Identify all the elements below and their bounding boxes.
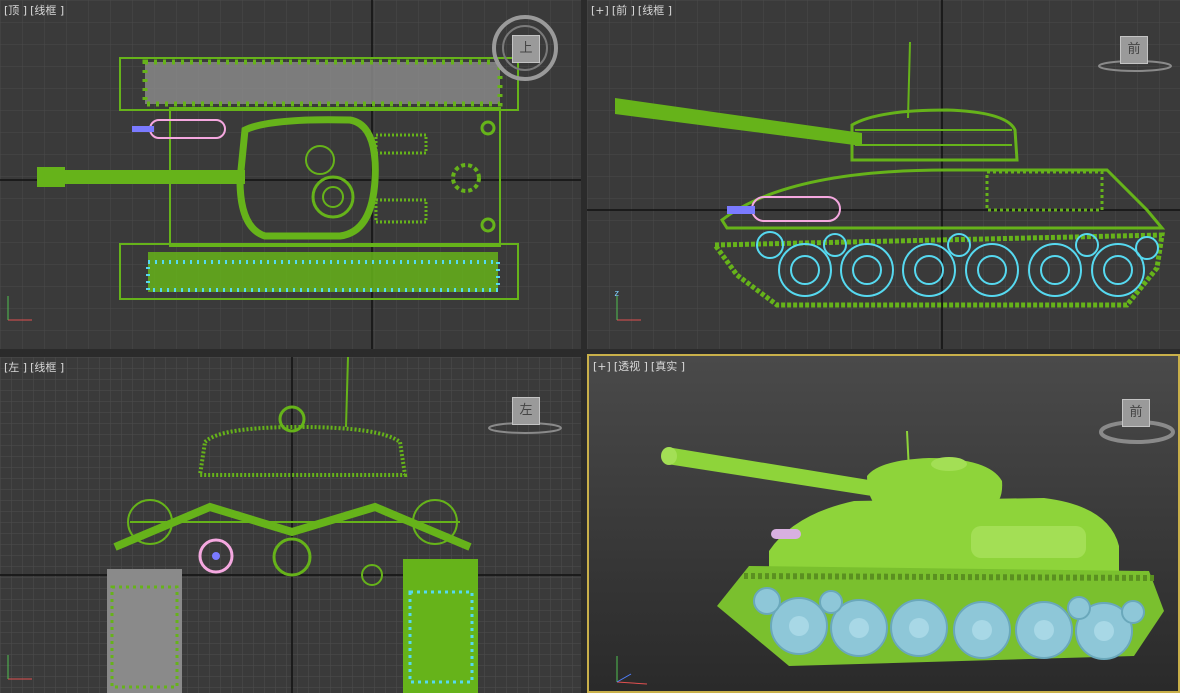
viewport-shading-front[interactable]: [线框 ] bbox=[638, 4, 672, 17]
viewport-shading-top[interactable]: [线框 ] bbox=[30, 4, 64, 17]
viewport-shading-perspective[interactable]: [真实 ] bbox=[651, 360, 685, 373]
viewport-label-front[interactable]: [+] [前 ] [线框 ] bbox=[591, 2, 675, 18]
axis-tripod-icon bbox=[7, 655, 32, 680]
top-wireframe-scene bbox=[0, 0, 581, 349]
viewport-perspective[interactable]: [+] [透视 ] [真实 ] 前 bbox=[587, 354, 1180, 693]
axis-tripod-icon bbox=[616, 656, 648, 685]
viewport-name-perspective[interactable]: [透视 ] bbox=[614, 360, 648, 373]
viewport-shading-left[interactable]: [线框 ] bbox=[30, 361, 64, 374]
viewport-plus-perspective[interactable]: [+] bbox=[593, 360, 611, 373]
front-wireframe-scene bbox=[587, 0, 1180, 349]
perspective-shaded-scene bbox=[661, 420, 1175, 666]
axis-tripod-icon bbox=[616, 296, 641, 321]
viewport-plus-front[interactable]: [+] bbox=[591, 4, 609, 17]
viewcube-icon[interactable]: 前 bbox=[1120, 36, 1148, 64]
axis-tripod-icon bbox=[7, 296, 32, 321]
viewport-label-left[interactable]: [左 ] [线框 ] bbox=[4, 359, 67, 375]
viewcube-icon[interactable]: 上 bbox=[512, 35, 540, 63]
viewport-name-left[interactable]: [左 ] bbox=[4, 361, 27, 374]
viewcube-icon[interactable]: 左 bbox=[512, 397, 540, 425]
viewport-top[interactable]: [顶 ] [线框 ] 上 bbox=[0, 0, 581, 349]
viewport-name-front[interactable]: [前 ] bbox=[612, 4, 635, 17]
viewcube-icon[interactable]: 前 bbox=[1122, 399, 1150, 427]
viewport-front[interactable]: [+] [前 ] [线框 ] 前 z bbox=[587, 0, 1180, 349]
viewport-label-top[interactable]: [顶 ] [线框 ] bbox=[4, 2, 67, 18]
viewport-left[interactable]: [左 ] [线框 ] 左 bbox=[0, 357, 581, 693]
left-wireframe-scene bbox=[0, 357, 581, 693]
viewport-name-top[interactable]: [顶 ] bbox=[4, 4, 27, 17]
viewport-label-perspective[interactable]: [+] [透视 ] [真实 ] bbox=[593, 358, 688, 374]
